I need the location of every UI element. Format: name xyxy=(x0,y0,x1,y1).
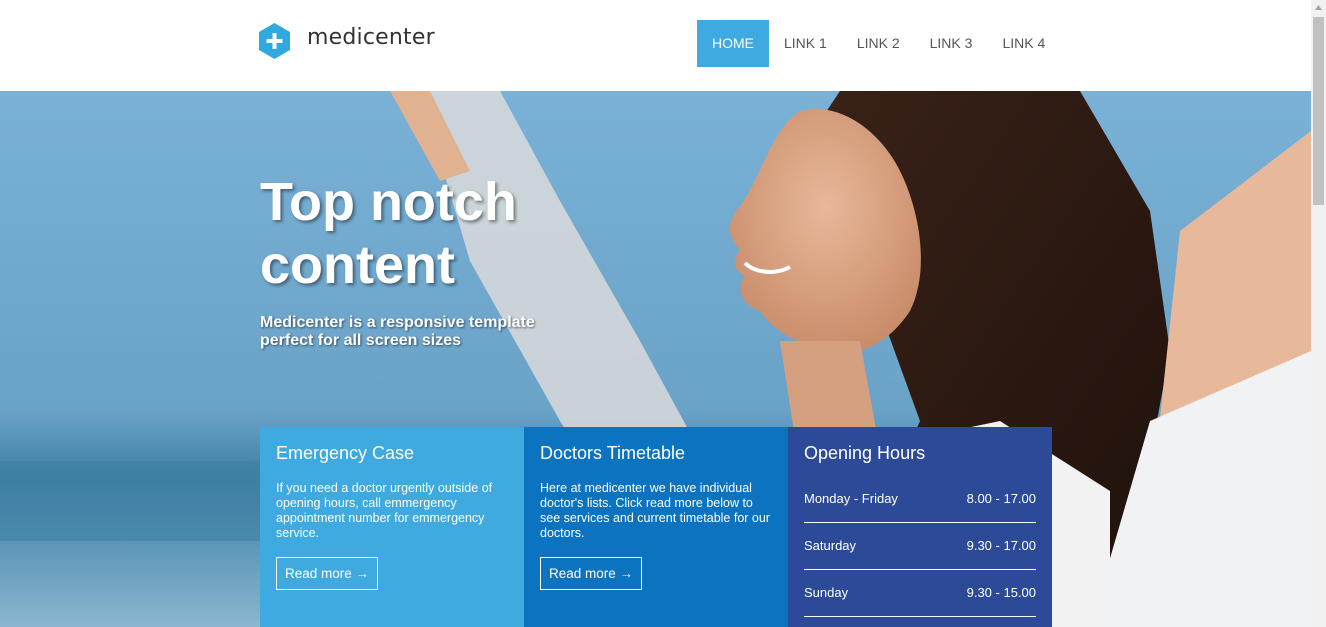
hours-row: Sunday 9.30 - 15.00 xyxy=(804,570,1036,617)
timetable-text: Here at medicenter we have individual do… xyxy=(540,481,770,540)
info-boxes: Emergency Case If you need a doctor urge… xyxy=(260,427,1052,627)
hours-time: 9.30 - 15.00 xyxy=(966,585,1036,600)
emergency-text: If you need a doctor urgently outside of… xyxy=(276,481,493,540)
nav-link-4[interactable]: LINK 4 xyxy=(987,20,1060,67)
nav-link-2[interactable]: LINK 2 xyxy=(842,20,915,67)
emergency-box: Emergency Case If you need a doctor urge… xyxy=(260,427,524,627)
logo-text: medicenter xyxy=(307,24,435,50)
nav-home[interactable]: HOME xyxy=(697,20,769,67)
hero-subtitle: Medicenter is a responsive template perf… xyxy=(260,314,535,349)
emergency-title: Emergency Case xyxy=(276,443,415,463)
plus-hexagon-icon xyxy=(259,23,290,59)
hero-title: Top notch content xyxy=(260,172,517,295)
main-nav: HOME LINK 1 LINK 2 LINK 3 LINK 4 xyxy=(697,20,1060,67)
timetable-title: Doctors Timetable xyxy=(540,443,686,463)
hours-time: 9.30 - 17.00 xyxy=(966,538,1036,553)
hours-day: Saturday xyxy=(804,538,857,553)
opening-hours-title: Opening Hours xyxy=(804,443,926,463)
emergency-read-more-button[interactable]: Read more → xyxy=(276,557,379,590)
logo[interactable]: medicenter xyxy=(259,22,435,60)
nav-link-3[interactable]: LINK 3 xyxy=(915,20,988,67)
hours-row: Saturday 9.30 - 17.00 xyxy=(804,523,1036,570)
page-scrollbar[interactable] xyxy=(1311,0,1326,627)
hours-time: 8.00 - 17.00 xyxy=(966,491,1036,506)
scroll-up-arrow-icon[interactable] xyxy=(1311,0,1326,15)
site-header: medicenter HOME LINK 1 LINK 2 LINK 3 LIN… xyxy=(0,0,1311,91)
hours-row: Monday - Friday 8.00 - 17.00 xyxy=(804,476,1036,523)
opening-hours-box: Opening Hours Monday - Friday 8.00 - 17.… xyxy=(788,427,1052,627)
hours-day: Monday - Friday xyxy=(804,491,898,506)
hours-day: Sunday xyxy=(804,585,849,600)
opening-hours-list: Monday - Friday 8.00 - 17.00 Saturday 9.… xyxy=(804,476,1036,617)
timetable-box: Doctors Timetable Here at medicenter we … xyxy=(524,427,788,627)
timetable-read-more-button[interactable]: Read more → xyxy=(540,557,643,590)
scrollbar-thumb[interactable] xyxy=(1313,17,1324,205)
hero-banner: Top notch content Medicenter is a respon… xyxy=(0,91,1311,627)
nav-link-1[interactable]: LINK 1 xyxy=(769,20,842,67)
